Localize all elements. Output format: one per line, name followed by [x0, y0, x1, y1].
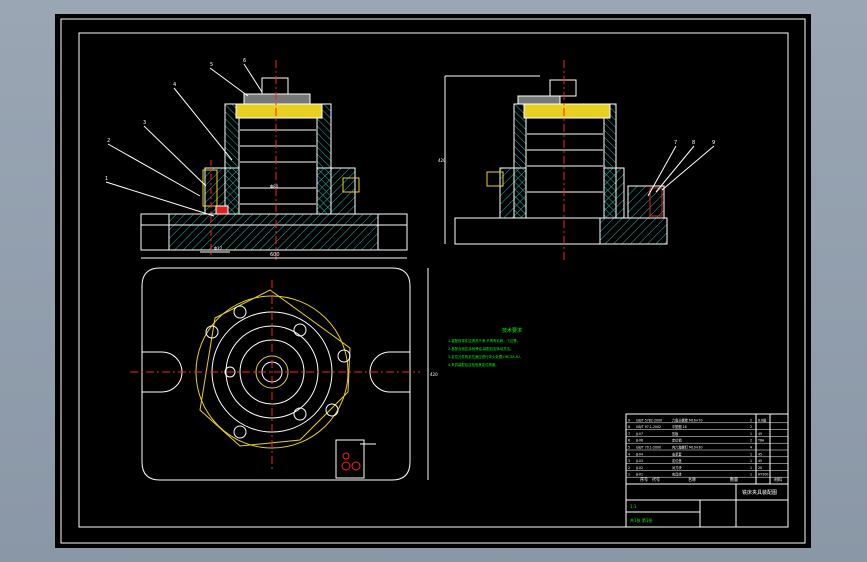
parts-cell: GB/T 70.1-2000: [636, 446, 661, 450]
parts-cell: 2: [628, 466, 630, 470]
parts-cell: 对刀块: [672, 465, 682, 470]
callout-label-3: 3: [143, 120, 146, 126]
dim-height-side: 420: [438, 158, 446, 163]
parts-cell: 8.8级: [758, 417, 767, 422]
parts-cell: 4: [628, 452, 630, 456]
header-index: 序号: [640, 476, 648, 482]
callout-label-9: 9: [712, 140, 715, 146]
parts-cell: 7: [628, 432, 630, 436]
parts-cell: JJ-07: [635, 432, 643, 436]
callout-label-5: 5: [210, 62, 213, 68]
parts-cell: 定位盘: [672, 458, 682, 463]
parts-cell: 2: [750, 418, 752, 422]
drawing-sheet: [55, 14, 811, 548]
tech-req-line-3: 3.定位元件的定位面应进行淬火处理,HRC58-62。: [448, 354, 524, 359]
parts-cell: 1: [750, 466, 752, 470]
parts-cell: JJ-03: [635, 459, 643, 463]
callout-label-7: 7: [674, 140, 677, 146]
parts-cell: 8: [628, 425, 630, 429]
parts-cell: JJ-06: [635, 439, 643, 443]
parts-cell: 定位销: [672, 438, 682, 443]
parts-cell: 9: [628, 418, 630, 422]
parts-cell: 支承套: [672, 451, 682, 456]
parts-cell: HT200: [758, 473, 768, 477]
parts-cell: 六角头螺栓 M16×70: [672, 417, 702, 422]
tech-req-line-1: 1.装配前零件应清洗干净,不得有毛刺、飞边等。: [448, 338, 520, 343]
header-material: 材料: [774, 476, 782, 482]
parts-cell: 1: [750, 459, 752, 463]
callout-label-4: 4: [173, 82, 176, 88]
parts-cell: 4: [750, 446, 752, 450]
parts-cell: 2: [750, 425, 752, 429]
parts-cell: 45: [758, 452, 762, 456]
callout-label-2: 2: [107, 138, 110, 144]
header-qty: 数量: [730, 476, 738, 482]
parts-cell: 内六角螺钉 M10×30: [672, 445, 702, 450]
parts-cell: 3: [628, 459, 630, 463]
sheet-value: 共1张 第1张: [630, 517, 652, 523]
dim-height-top: 420: [430, 372, 438, 377]
parts-cell: 压板: [672, 431, 679, 436]
parts-cell: JJ-02: [635, 466, 643, 470]
drawing-title: 铣床夹具装配图: [742, 489, 777, 496]
parts-cell: JJ-04: [635, 452, 643, 456]
parts-cell: 6: [628, 439, 630, 443]
scale-value: 1:1: [630, 504, 637, 509]
dim-bore: Φ80: [270, 184, 279, 189]
parts-cell: GB/T 5782-2000: [636, 418, 662, 422]
parts-cell: 1: [750, 432, 752, 436]
parts-cell: 5: [628, 446, 630, 450]
parts-cell: 20: [758, 466, 762, 470]
parts-cell: 平垫圈 16: [672, 424, 687, 429]
cad-viewport[interactable]: 5 6 4 3 2 1 600 Φ12 Φ80 420 7 8 9 420 技术…: [0, 0, 867, 562]
dim-width: 600: [270, 252, 280, 258]
callout-label-6: 6: [243, 58, 246, 64]
parts-cell: T8A: [757, 439, 765, 443]
parts-cell: 1: [628, 473, 630, 477]
tech-req-title: 技术要求: [502, 327, 522, 334]
parts-cell: 2: [750, 439, 752, 443]
tech-req-line-2: 2.各配合面应涂润滑油,装配后应转动灵活。: [448, 346, 513, 351]
callout-label-8: 8: [692, 140, 695, 146]
dim-hole: Φ12: [214, 246, 223, 251]
tech-req-line-4: 4.夹具装配后应检验其定位精度。: [448, 362, 499, 367]
parts-cell: 夹具体: [672, 472, 682, 477]
callout-label-1: 1: [105, 176, 108, 182]
parts-cell: 45: [758, 459, 762, 463]
parts-cell: 45: [758, 432, 762, 436]
header-code: 代号: [652, 476, 660, 482]
parts-cell: 1: [750, 473, 752, 477]
parts-cell: GB/T 97.1-2002: [636, 425, 661, 429]
parts-cell: 1: [750, 452, 752, 456]
header-name: 名称: [688, 476, 696, 482]
